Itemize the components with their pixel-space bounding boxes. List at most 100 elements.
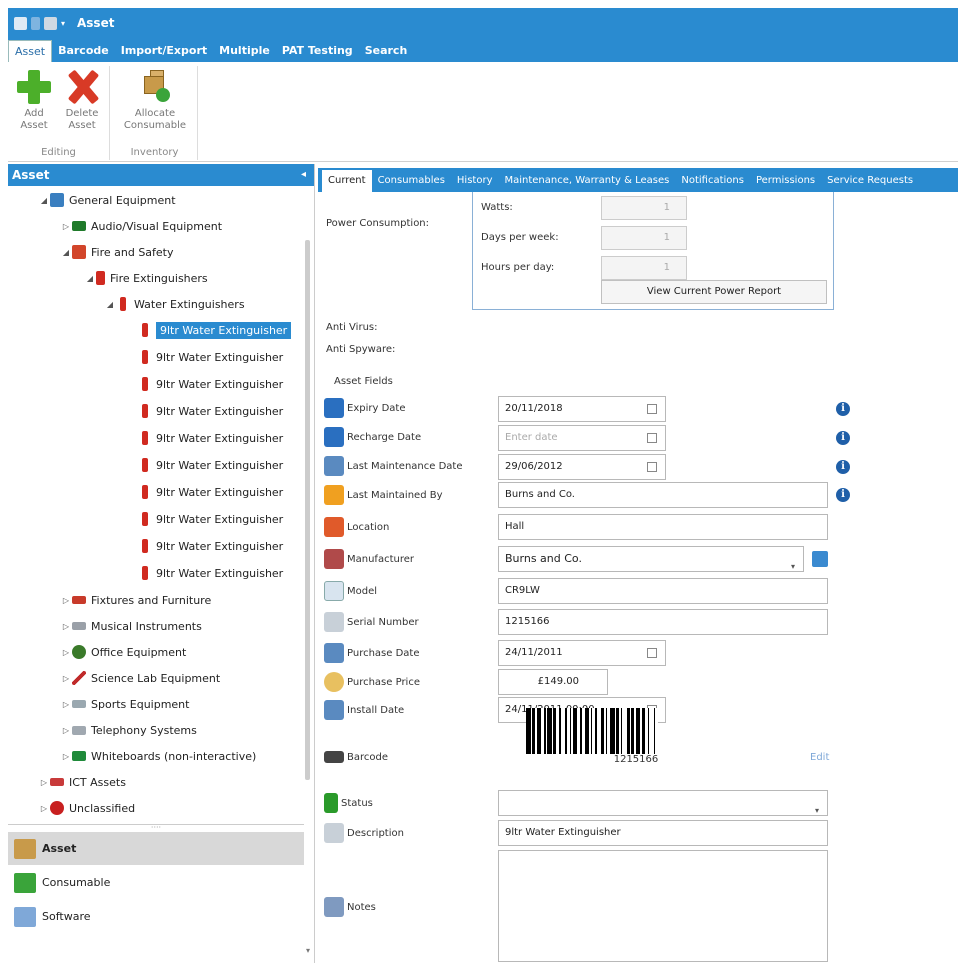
calendar-icon[interactable] [647,404,657,414]
undo-icon[interactable] [31,16,40,30]
delete-asset-button[interactable]: Delete Asset [58,66,106,132]
expand-toggle-icon[interactable]: ▷ [60,726,72,735]
tree-node-asset[interactable]: 9ltr Water Extinguisher [138,455,283,475]
calendar-icon[interactable] [647,462,657,472]
tree-node-science-lab-equipment[interactable]: ▷ Science Lab Equipment [60,668,220,688]
watts-label: Watts: [481,202,513,213]
tree-node-unclassified[interactable]: ▷ Unclassified [38,798,135,818]
tree-node-asset[interactable]: 9ltr Water Extinguisher [138,509,283,529]
info-icon[interactable]: i [836,431,850,445]
expand-toggle-icon[interactable]: ◢ [104,300,116,309]
nav-consumable[interactable]: Consumable [8,866,304,899]
tree-scrollbar[interactable] [304,190,312,800]
calendar-icon[interactable] [647,433,657,443]
scrollbar-thumb[interactable] [305,240,310,780]
pipette-icon [72,671,86,685]
expand-toggle-icon[interactable]: ◢ [60,248,72,257]
tab-history[interactable]: History [451,170,499,192]
tree-node-asset[interactable]: 9ltr Water Extinguisher [138,401,283,421]
allocate-consumable-button[interactable]: Allocate Consumable [118,66,192,132]
tree-node-ict-assets[interactable]: ▷ ICT Assets [38,772,126,792]
tab-service-requests[interactable]: Service Requests [821,170,919,192]
expand-toggle-icon[interactable]: ▷ [60,674,72,683]
info-icon[interactable]: i [836,488,850,502]
tree-node-asset[interactable]: 9ltr Water Extinguisher [138,428,283,448]
tree-node-asset[interactable]: 9ltr Water Extinguisher [138,374,283,394]
serial-number-input[interactable]: 1215166 [498,609,828,635]
nav-asset[interactable]: Asset [8,832,304,865]
expand-toggle-icon[interactable]: ▷ [38,804,50,813]
manufacturer-select[interactable]: Burns and Co. ▾ [498,546,804,572]
recharge-date-input[interactable]: Enter date [498,425,666,451]
nav-software[interactable]: Software [8,900,304,933]
tab-multiple[interactable]: Multiple [213,40,276,62]
save-icon[interactable] [14,16,27,30]
tree-node-fire-extinguishers[interactable]: ◢ Fire Extinguishers [84,268,208,288]
add-asset-button[interactable]: Add Asset [10,66,58,132]
purchase-date-input[interactable]: 24/11/2011 [498,640,666,666]
manufacturer-lookup-icon[interactable] [812,551,828,567]
expand-toggle-icon[interactable]: ▷ [38,778,50,787]
tree-node-fire-and-safety[interactable]: ◢ Fire and Safety [60,242,174,262]
scroll-down-icon[interactable]: ▾ [306,946,310,955]
tree-node-musical-instruments[interactable]: ▷ Musical Instruments [60,616,202,636]
tree-node-asset[interactable]: 9ltr Water Extinguisher [138,536,283,556]
status-select[interactable]: ▾ [498,790,828,816]
chevron-down-icon[interactable]: ▾ [61,17,69,30]
watts-input[interactable]: 1 [601,196,687,220]
expand-toggle-icon[interactable]: ▷ [60,648,72,657]
tree-node-general-equipment[interactable]: ◢ General Equipment [38,190,176,210]
tree-node-sports-equipment[interactable]: ▷ Sports Equipment [60,694,190,714]
tree-node-whiteboards[interactable]: ▷ Whiteboards (non-interactive) [60,746,256,766]
tree-node-office-equipment[interactable]: ▷ Office Equipment [60,642,186,662]
tab-consumables[interactable]: Consumables [372,170,451,192]
info-icon[interactable]: i [836,460,850,474]
model-input[interactable]: CR9LW [498,578,828,604]
view-power-report-button[interactable]: View Current Power Report [601,280,827,304]
tab-import-export[interactable]: Import/Export [115,40,213,62]
hours-per-day-input[interactable]: 1 [601,256,687,280]
expand-toggle-icon[interactable]: ▷ [60,752,72,761]
expiry-date-input[interactable]: 20/11/2018 [498,396,666,422]
expand-toggle-icon[interactable]: ◢ [38,196,50,205]
tree-node-asset[interactable]: 9ltr Water Extinguisher [138,482,283,502]
field-value: Burns and Co. [505,489,575,500]
tree-node-fixtures-and-furniture[interactable]: ▷ Fixtures and Furniture [60,590,211,610]
days-per-week-input[interactable]: 1 [601,226,687,250]
expand-toggle-icon[interactable]: ▷ [60,700,72,709]
field-purchase-date: Purchase Date [324,640,420,666]
settings-icon[interactable] [44,16,57,30]
tree-node-asset-selected[interactable]: 9ltr Water Extinguisher [138,320,292,340]
collapse-panel-icon[interactable]: ◂ [301,164,306,186]
location-input[interactable]: Hall [498,514,828,540]
tab-permissions[interactable]: Permissions [750,170,821,192]
tab-maintenance[interactable]: Maintenance, Warranty & Leases [498,170,675,192]
tab-search[interactable]: Search [359,40,414,62]
tree-node-telephony-systems[interactable]: ▷ Telephony Systems [60,720,197,740]
tree-node-audio-visual[interactable]: ▷ Audio/Visual Equipment [60,216,222,236]
panel-splitter[interactable]: ···· [8,824,304,832]
chevron-down-icon[interactable]: ▾ [791,555,795,579]
last-maintenance-date-input[interactable]: 29/06/2012 [498,454,666,480]
info-icon[interactable]: i [836,402,850,416]
expand-toggle-icon[interactable]: ◢ [84,274,96,283]
barcode-edit-link[interactable]: Edit [810,752,829,763]
tree-node-asset[interactable]: 9ltr Water Extinguisher [138,563,283,583]
purchase-price-input[interactable]: £149.00 [498,669,608,695]
notes-textarea[interactable] [498,850,828,962]
tab-barcode[interactable]: Barcode [52,40,115,62]
tab-asset[interactable]: Asset [8,40,53,62]
tab-current[interactable]: Current [322,170,372,192]
field-placeholder: Enter date [505,432,558,443]
tree-node-water-extinguishers[interactable]: ◢ Water Extinguishers [104,294,245,314]
last-maintained-by-input[interactable]: Burns and Co. [498,482,828,508]
expand-toggle-icon[interactable]: ▷ [60,596,72,605]
calendar-icon[interactable] [647,648,657,658]
description-input[interactable]: 9ltr Water Extinguisher [498,820,828,846]
expand-toggle-icon[interactable]: ▷ [60,622,72,631]
tab-pat-testing[interactable]: PAT Testing [276,40,359,62]
tab-notifications[interactable]: Notifications [675,170,750,192]
expand-toggle-icon[interactable]: ▷ [60,222,72,231]
field-last-maintenance-date: Last Maintenance Date [324,453,463,479]
tree-node-asset[interactable]: 9ltr Water Extinguisher [138,347,283,367]
